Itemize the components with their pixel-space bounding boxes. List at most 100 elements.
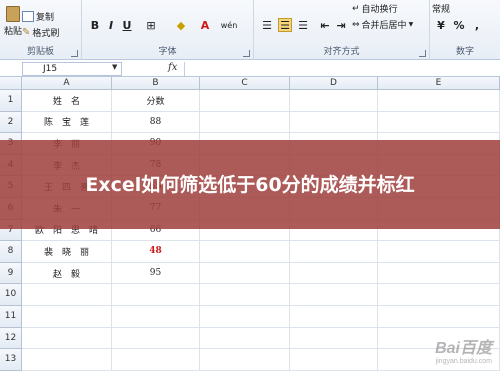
number-group-label: 数字 bbox=[455, 47, 474, 57]
formula-input[interactable] bbox=[184, 62, 496, 76]
cell-d11[interactable] bbox=[290, 306, 378, 328]
cell-c2[interactable] bbox=[200, 111, 290, 134]
cell-c1[interactable] bbox=[200, 90, 290, 112]
copy-button[interactable]: 复制 bbox=[22, 10, 54, 23]
font-group: B I U ⊞ ◆ A wén 字体 bbox=[82, 0, 254, 60]
font-color-icon[interactable]: A bbox=[198, 18, 212, 32]
currency-icon[interactable]: ¥ bbox=[434, 18, 448, 32]
bold-icon[interactable]: B bbox=[88, 18, 102, 32]
title-banner: Excel如何筛选低于60分的成绩并标红 bbox=[0, 140, 500, 229]
cell-d10[interactable] bbox=[290, 284, 378, 306]
row-header-13[interactable]: 13 bbox=[0, 349, 22, 371]
cell-e1[interactable] bbox=[378, 90, 500, 112]
font-launcher-icon[interactable] bbox=[243, 50, 250, 57]
cell-b12[interactable] bbox=[112, 327, 200, 350]
cell-a10[interactable] bbox=[22, 284, 112, 306]
select-all-corner[interactable] bbox=[0, 77, 22, 90]
wrap-text-icon: ↵ bbox=[352, 3, 360, 14]
border-icon[interactable]: ⊞ bbox=[144, 18, 158, 32]
cell-b9[interactable]: 95 bbox=[112, 262, 200, 285]
row-header-1[interactable]: 1 bbox=[0, 90, 22, 112]
brush-icon: ✎ bbox=[22, 27, 31, 38]
merge-icon: ⇔ bbox=[352, 19, 360, 30]
cell-a11[interactable] bbox=[22, 306, 112, 328]
cell-d9[interactable] bbox=[290, 262, 378, 285]
insert-function-icon[interactable]: fx bbox=[168, 62, 177, 73]
cell-d12[interactable] bbox=[290, 327, 378, 350]
clipboard-launcher-icon[interactable] bbox=[71, 50, 78, 57]
comma-icon[interactable]: , bbox=[470, 18, 484, 32]
format-painter-button[interactable]: ✎ 格式刷 bbox=[22, 26, 59, 39]
row-header-9[interactable]: 9 bbox=[0, 262, 22, 285]
underline-icon[interactable]: U bbox=[120, 18, 134, 32]
alignment-launcher-icon[interactable] bbox=[419, 50, 426, 57]
merge-center-button[interactable]: ⇔ 合并后居中 ▼ bbox=[352, 18, 413, 32]
cell-d13[interactable] bbox=[290, 349, 378, 371]
column-header-a[interactable]: A bbox=[22, 77, 112, 90]
increase-indent-icon[interactable]: ⇥ bbox=[334, 18, 348, 32]
baidu-watermark: Bai百度 jingyan.baidu.com bbox=[435, 334, 492, 365]
align-center-icon[interactable]: ☰ bbox=[278, 18, 292, 32]
number-format-select[interactable]: 常规 bbox=[432, 2, 450, 15]
row-header-11[interactable]: 11 bbox=[0, 306, 22, 328]
cell-d8[interactable] bbox=[290, 241, 378, 263]
cell-e9[interactable] bbox=[378, 262, 500, 285]
align-right-icon[interactable]: ☰ bbox=[296, 18, 310, 32]
chevron-down-icon[interactable]: ▼ bbox=[112, 63, 117, 71]
excel-window: 粘贴 复制 ✎ 格式刷 剪贴板 B I U ⊞ ◆ A wén 字体 ☰ ☰ ☰… bbox=[0, 0, 500, 371]
formula-bar: J15 ▼ fx bbox=[0, 61, 500, 77]
cell-b8[interactable]: 48 bbox=[112, 241, 200, 263]
cell-b2[interactable]: 88 bbox=[112, 111, 200, 134]
watermark-logo: Bai百度 bbox=[435, 340, 492, 357]
cell-a8[interactable]: 裴晓丽 bbox=[22, 241, 112, 263]
cell-a1[interactable]: 姓名 bbox=[22, 90, 112, 112]
copy-icon bbox=[22, 11, 34, 22]
banner-title: Excel如何筛选低于60分的成绩并标红 bbox=[85, 173, 415, 196]
cell-b1[interactable]: 分数 bbox=[112, 90, 200, 112]
cell-a13[interactable] bbox=[22, 349, 112, 371]
fill-color-icon[interactable]: ◆ bbox=[174, 18, 188, 32]
font-group-label: 字体 bbox=[158, 47, 177, 57]
column-header-d[interactable]: D bbox=[290, 77, 378, 90]
cell-c13[interactable] bbox=[200, 349, 290, 371]
cell-a12[interactable] bbox=[22, 327, 112, 350]
watermark-site: jingyan.baidu.com bbox=[435, 358, 492, 365]
row-header-10[interactable]: 10 bbox=[0, 284, 22, 306]
ribbon: 粘贴 复制 ✎ 格式刷 剪贴板 B I U ⊞ ◆ A wén 字体 ☰ ☰ ☰… bbox=[0, 0, 500, 60]
cell-d2[interactable] bbox=[290, 111, 378, 134]
cell-c10[interactable] bbox=[200, 284, 290, 306]
cell-d1[interactable] bbox=[290, 90, 378, 112]
italic-icon[interactable]: I bbox=[104, 18, 118, 32]
alignment-group-label: 对齐方式 bbox=[323, 47, 360, 57]
cell-e10[interactable] bbox=[378, 284, 500, 306]
cell-a9[interactable]: 赵毅 bbox=[22, 262, 112, 285]
percent-icon[interactable]: % bbox=[452, 18, 466, 32]
cell-c12[interactable] bbox=[200, 327, 290, 350]
cell-a2[interactable]: 陈宝莲 bbox=[22, 111, 112, 134]
paste-button[interactable]: 粘贴 bbox=[4, 6, 22, 37]
name-box[interactable]: J15 bbox=[22, 62, 122, 76]
cell-e2[interactable] bbox=[378, 111, 500, 134]
column-header-e[interactable]: E bbox=[378, 77, 500, 90]
align-left-icon[interactable]: ☰ bbox=[260, 18, 274, 32]
row-header-8[interactable]: 8 bbox=[0, 241, 22, 263]
clipboard-group: 粘贴 复制 ✎ 格式刷 剪贴板 bbox=[0, 0, 82, 60]
decrease-indent-icon[interactable]: ⇤ bbox=[318, 18, 332, 32]
cell-e8[interactable] bbox=[378, 241, 500, 263]
number-group: 常规 ¥ % , 数字 bbox=[430, 0, 500, 60]
cell-c8[interactable] bbox=[200, 241, 290, 263]
cell-b11[interactable] bbox=[112, 306, 200, 328]
paste-icon bbox=[6, 6, 20, 22]
cell-c11[interactable] bbox=[200, 306, 290, 328]
row-header-12[interactable]: 12 bbox=[0, 327, 22, 350]
phonetic-icon[interactable]: wén bbox=[221, 18, 238, 32]
wrap-text-button[interactable]: ↵ 自动换行 bbox=[352, 2, 398, 16]
cell-b10[interactable] bbox=[112, 284, 200, 306]
row-header-2[interactable]: 2 bbox=[0, 111, 22, 134]
column-header-c[interactable]: C bbox=[200, 77, 290, 90]
cell-b13[interactable] bbox=[112, 349, 200, 371]
cell-e11[interactable] bbox=[378, 306, 500, 328]
column-header-b[interactable]: B bbox=[112, 77, 200, 90]
alignment-group: ☰ ☰ ☰ ⇤ ⇥ ↵ 自动换行 ⇔ 合并后居中 ▼ 对齐方式 bbox=[254, 0, 430, 60]
cell-c9[interactable] bbox=[200, 262, 290, 285]
